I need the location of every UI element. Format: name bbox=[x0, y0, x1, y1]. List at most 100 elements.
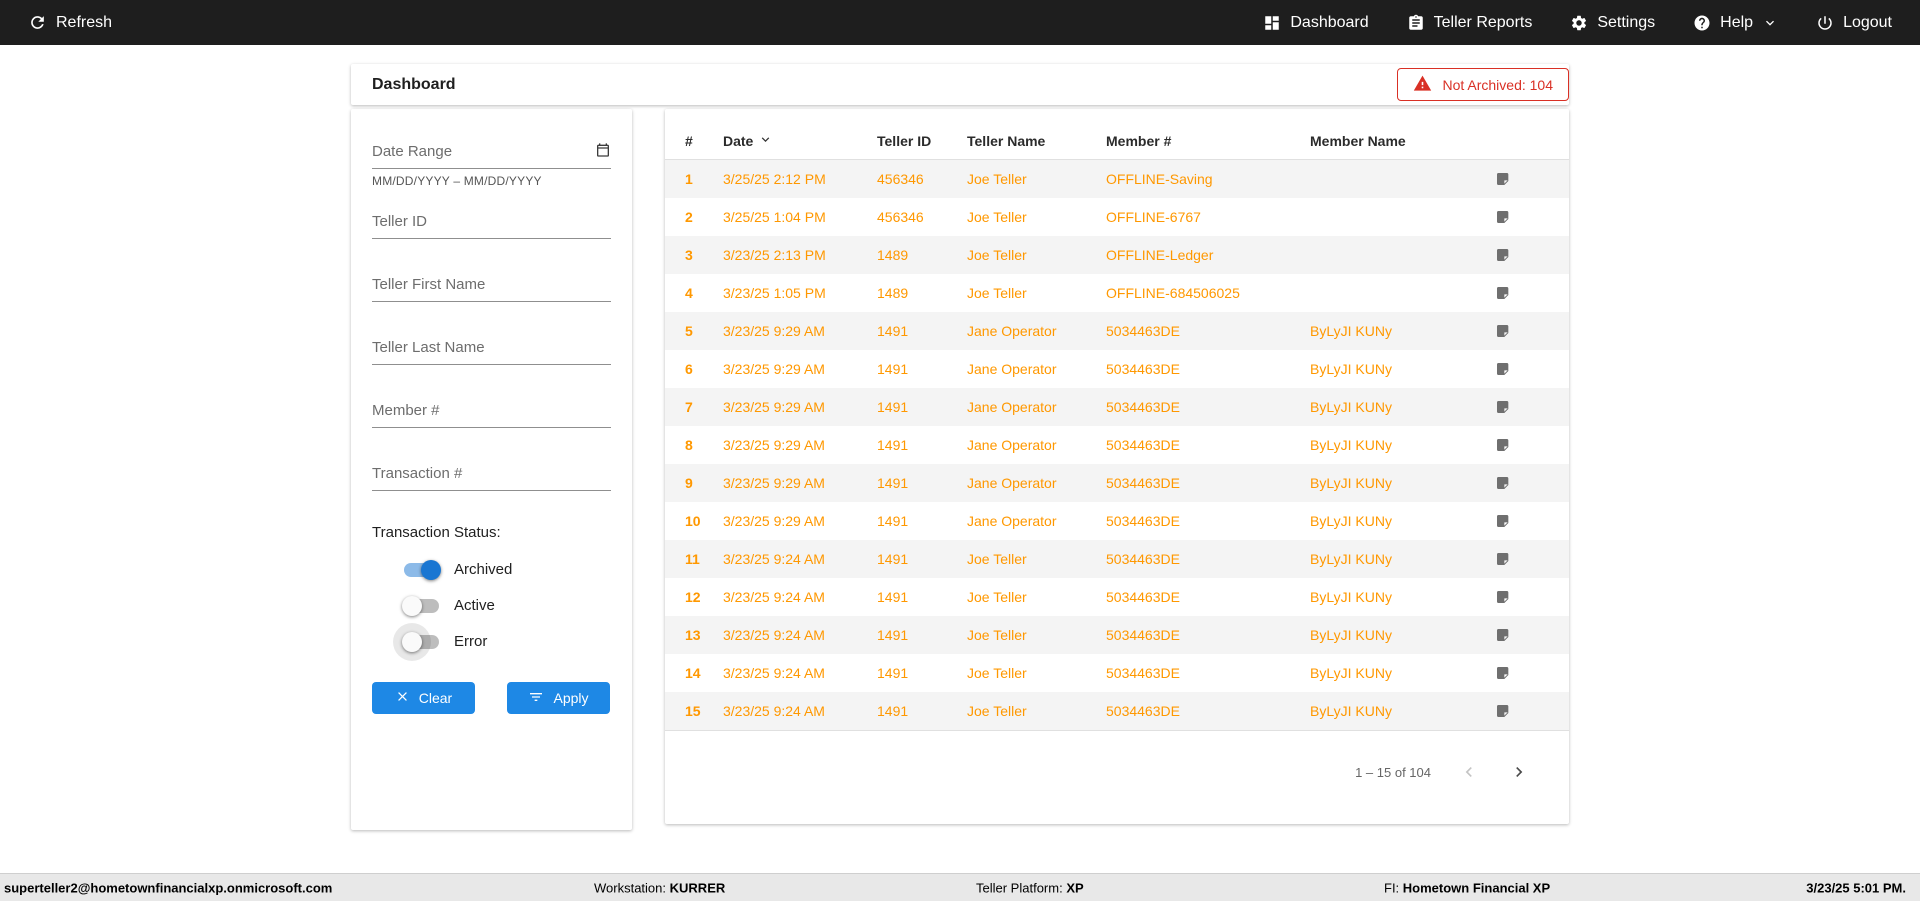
table-row[interactable]: 9 3/23/25 9:29 AM 1491 Jane Operator 503… bbox=[665, 464, 1569, 502]
date-range-field: MM/DD/YYYY – MM/DD/YYYY bbox=[372, 139, 611, 188]
table-row[interactable]: 15 3/23/25 9:24 AM 1491 Joe Teller 50344… bbox=[665, 692, 1569, 730]
row-member-name: ByLyJI KUNy bbox=[1310, 665, 1392, 681]
col-header-teller-name: Teller Name bbox=[967, 133, 1046, 149]
table-row[interactable]: 12 3/23/25 9:24 AM 1491 Joe Teller 50344… bbox=[665, 578, 1569, 616]
row-teller-id: 1491 bbox=[877, 551, 909, 567]
table-row[interactable]: 5 3/23/25 9:29 AM 1491 Jane Operator 503… bbox=[665, 312, 1569, 350]
row-member-num: OFFLINE-Ledger bbox=[1106, 247, 1214, 263]
note-icon[interactable] bbox=[1495, 209, 1511, 225]
next-page-button[interactable] bbox=[1507, 760, 1531, 784]
status-toggle-row[interactable]: Error bbox=[372, 631, 611, 652]
navbar-left: Refresh bbox=[28, 13, 112, 32]
transaction-number-input[interactable] bbox=[372, 461, 611, 491]
note-icon[interactable] bbox=[1495, 703, 1511, 719]
toggle-label: Archived bbox=[454, 561, 513, 578]
row-member-name: ByLyJI KUNy bbox=[1310, 703, 1392, 719]
teller-last-name-input[interactable] bbox=[372, 335, 611, 365]
warning-triangle-icon bbox=[1413, 74, 1432, 96]
calendar-icon[interactable] bbox=[595, 142, 611, 163]
note-icon[interactable] bbox=[1495, 551, 1511, 567]
row-note-cell bbox=[1495, 589, 1549, 605]
clear-button[interactable]: Clear bbox=[372, 682, 475, 714]
refresh-button[interactable]: Refresh bbox=[28, 13, 112, 32]
previous-page-button[interactable] bbox=[1457, 760, 1481, 784]
row-teller-name: Joe Teller bbox=[967, 209, 1027, 225]
gear-icon bbox=[1570, 14, 1588, 32]
note-icon[interactable] bbox=[1495, 399, 1511, 415]
row-teller-name: Joe Teller bbox=[967, 551, 1027, 567]
note-icon[interactable] bbox=[1495, 627, 1511, 643]
toggle-switch[interactable] bbox=[404, 559, 441, 580]
col-header-member-num: Member # bbox=[1106, 133, 1172, 149]
status-toggle-row[interactable]: Archived bbox=[372, 559, 611, 580]
col-header-date[interactable]: Date bbox=[723, 132, 877, 150]
row-teller-name: Jane Operator bbox=[967, 513, 1057, 529]
table-row[interactable]: 11 3/23/25 9:24 AM 1491 Joe Teller 50344… bbox=[665, 540, 1569, 578]
date-range-input[interactable] bbox=[372, 139, 611, 169]
toggle-thumb bbox=[421, 559, 441, 580]
nav-item-settings[interactable]: Settings bbox=[1570, 14, 1655, 32]
table-row[interactable]: 2 3/25/25 1:04 PM 456346 Joe Teller OFFL… bbox=[665, 198, 1569, 236]
footer-teller-platform: Teller Platform: XP bbox=[976, 880, 1084, 895]
member-number-input[interactable] bbox=[372, 398, 611, 428]
nav-item-help[interactable]: Help bbox=[1693, 14, 1778, 32]
row-date: 3/23/25 9:29 AM bbox=[723, 399, 825, 415]
note-icon[interactable] bbox=[1495, 437, 1511, 453]
nav-item-logout[interactable]: Logout bbox=[1816, 14, 1892, 32]
table-row[interactable]: 14 3/23/25 9:24 AM 1491 Joe Teller 50344… bbox=[665, 654, 1569, 692]
row-teller-name: Joe Teller bbox=[967, 589, 1027, 605]
note-icon[interactable] bbox=[1495, 247, 1511, 263]
row-teller-name: Joe Teller bbox=[967, 665, 1027, 681]
table-header-row: # Date Teller ID Teller Name Member # Me… bbox=[665, 123, 1569, 160]
row-member-num: 5034463DE bbox=[1106, 703, 1180, 719]
note-icon[interactable] bbox=[1495, 285, 1511, 301]
platform-value: XP bbox=[1066, 880, 1084, 895]
workstation-label: Workstation: bbox=[594, 880, 667, 895]
teller-id-input[interactable] bbox=[372, 209, 611, 239]
apply-button[interactable]: Apply bbox=[507, 682, 610, 714]
nav-item-dashboard[interactable]: Dashboard bbox=[1263, 14, 1369, 32]
transaction-status-label: Transaction Status: bbox=[372, 524, 501, 541]
chevron-down-icon bbox=[1762, 15, 1778, 31]
status-toggle-row[interactable]: Active bbox=[372, 595, 611, 616]
table-row[interactable]: 13 3/23/25 9:24 AM 1491 Joe Teller 50344… bbox=[665, 616, 1569, 654]
table-body: 1 3/25/25 2:12 PM 456346 Joe Teller OFFL… bbox=[665, 160, 1569, 731]
row-teller-id: 1491 bbox=[877, 665, 909, 681]
row-note-cell bbox=[1495, 437, 1549, 453]
table-row[interactable]: 1 3/25/25 2:12 PM 456346 Joe Teller OFFL… bbox=[665, 160, 1569, 198]
toggle-switch[interactable] bbox=[402, 595, 439, 616]
col-header-teller-id: Teller ID bbox=[877, 133, 932, 149]
nav-item-teller-reports[interactable]: Teller Reports bbox=[1407, 14, 1532, 32]
table-row[interactable]: 7 3/23/25 9:29 AM 1491 Jane Operator 503… bbox=[665, 388, 1569, 426]
table-row[interactable]: 4 3/23/25 1:05 PM 1489 Joe Teller OFFLIN… bbox=[665, 274, 1569, 312]
main-content: Dashboard Not Archived: 104 MM/DD/YYYY –… bbox=[351, 45, 1569, 830]
note-icon[interactable] bbox=[1495, 361, 1511, 377]
results-table-card: # Date Teller ID Teller Name Member # Me… bbox=[665, 109, 1569, 824]
row-date: 3/23/25 9:29 AM bbox=[723, 437, 825, 453]
filter-icon bbox=[528, 689, 544, 708]
table-row[interactable]: 8 3/23/25 9:29 AM 1491 Jane Operator 503… bbox=[665, 426, 1569, 464]
row-note-cell bbox=[1495, 665, 1549, 681]
note-icon[interactable] bbox=[1495, 475, 1511, 491]
row-note-cell bbox=[1495, 513, 1549, 529]
row-member-name: ByLyJI KUNy bbox=[1310, 475, 1392, 491]
table-row[interactable]: 3 3/23/25 2:13 PM 1489 Joe Teller OFFLIN… bbox=[665, 236, 1569, 274]
note-icon[interactable] bbox=[1495, 665, 1511, 681]
row-teller-name: Joe Teller bbox=[967, 247, 1027, 263]
toggle-switch[interactable] bbox=[402, 631, 439, 652]
note-icon[interactable] bbox=[1495, 589, 1511, 605]
row-note-cell bbox=[1495, 627, 1549, 643]
table-row[interactable]: 10 3/23/25 9:29 AM 1491 Jane Operator 50… bbox=[665, 502, 1569, 540]
note-icon[interactable] bbox=[1495, 171, 1511, 187]
toggle-thumb bbox=[402, 595, 422, 616]
note-icon[interactable] bbox=[1495, 323, 1511, 339]
status-toggles: Archived Active Error bbox=[372, 559, 611, 652]
member-number-field bbox=[372, 398, 611, 428]
clear-button-label: Clear bbox=[418, 690, 453, 706]
note-icon[interactable] bbox=[1495, 513, 1511, 529]
row-number: 2 bbox=[685, 209, 693, 225]
teller-first-name-input[interactable] bbox=[372, 272, 611, 302]
row-teller-id: 1491 bbox=[877, 703, 909, 719]
table-row[interactable]: 6 3/23/25 9:29 AM 1491 Jane Operator 503… bbox=[665, 350, 1569, 388]
row-number: 10 bbox=[685, 513, 701, 529]
